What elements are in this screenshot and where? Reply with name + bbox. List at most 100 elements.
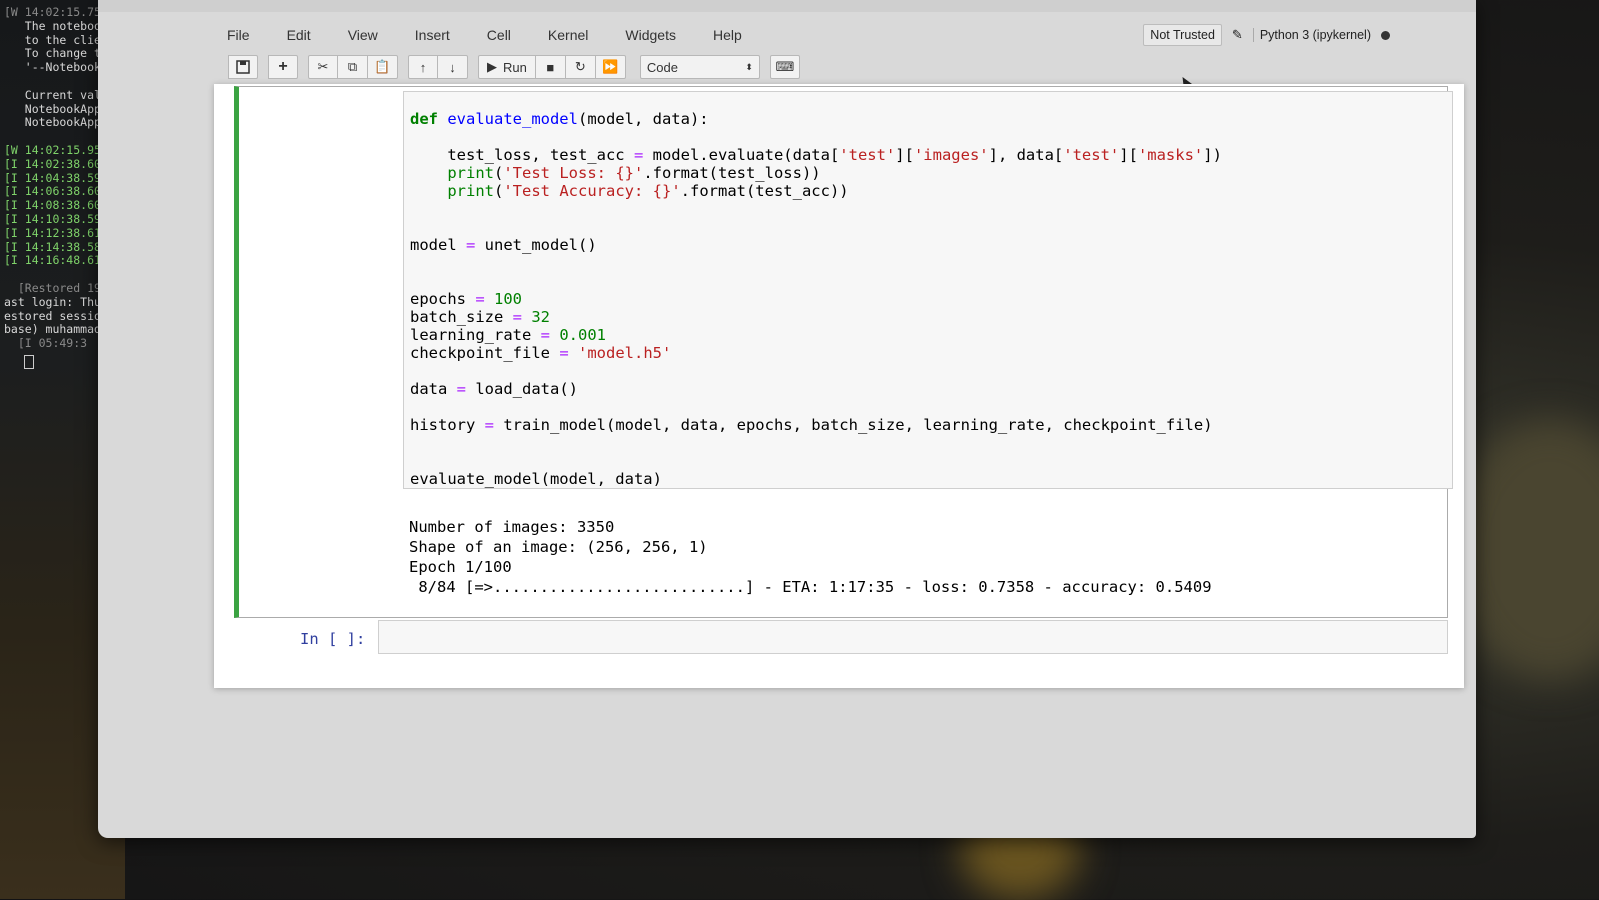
menu-help[interactable]: Help (709, 25, 746, 45)
menu-edit[interactable]: Edit (283, 25, 315, 45)
code-line: history = train_model(model, data, epoch… (410, 416, 1222, 434)
add-cell-icon[interactable]: + (268, 55, 298, 79)
run-button[interactable]: ▶ Run (478, 55, 536, 79)
fast-forward-icon[interactable]: ⏩ (595, 55, 626, 79)
code-token: ], data[ (988, 146, 1064, 164)
output-line: Number of images: 3350 (409, 518, 615, 536)
code-token: evaluate_model (447, 110, 578, 128)
code-token: data (410, 380, 457, 398)
kernel-name[interactable]: Python 3 (ipykernel) (1252, 28, 1371, 42)
cut-icon[interactable]: ✂ (308, 55, 338, 79)
code-token: ]) (1203, 146, 1222, 164)
code-line: def evaluate_model(model, data): (410, 110, 1222, 128)
copy-icon[interactable]: ⧉ (338, 55, 368, 79)
menu-insert[interactable]: Insert (411, 25, 454, 45)
output-line: Shape of an image: (256, 256, 1) (409, 538, 708, 556)
code-token: = (559, 344, 569, 362)
code-token: 'test' (1063, 146, 1120, 164)
kernel-status-icon (1381, 30, 1390, 40)
keyboard-icon[interactable]: ⌨ (769, 55, 800, 79)
code-editor[interactable]: def evaluate_model(model, data): test_lo… (403, 91, 1453, 489)
stop-icon[interactable]: ■ (535, 55, 566, 79)
move-up-icon[interactable]: ↑ (408, 55, 438, 79)
training-progress: 8/84 [=>...........................] - E… (409, 578, 1212, 596)
code-token: = (456, 380, 467, 398)
terminal-cursor (24, 355, 34, 369)
code-token: learning_rate (410, 326, 541, 344)
code-token: (model, data): (577, 110, 709, 128)
menu-widgets[interactable]: Widgets (621, 25, 680, 45)
notebook-page: def evaluate_model(model, data): test_lo… (214, 84, 1464, 688)
code-line: batch_size = 32 (410, 308, 1222, 326)
code-line: model = unet_model() (410, 236, 1222, 254)
code-token: .format(test_loss)) (643, 164, 821, 182)
code-token: history (410, 416, 485, 434)
move-down-icon[interactable]: ↓ (438, 55, 468, 79)
code-token: model.evaluate(data[ (643, 146, 840, 164)
paste-icon[interactable]: 📋 (368, 55, 398, 79)
save-icon[interactable] (228, 55, 258, 79)
edit-pencil-icon[interactable]: ✎ (1232, 27, 1243, 43)
code-token: evaluate_model(model, data) (410, 470, 662, 488)
code-token: = (540, 326, 550, 344)
code-token: unet_model() (475, 236, 597, 254)
toolbar: + ✂ ⧉ 📋 ↑ ↓ ▶ Run ■ ↻ ⏩ Code ⬍ ⌨ (228, 54, 800, 80)
code-token: test_loss, test_acc (410, 146, 634, 164)
empty-code-cell[interactable] (378, 620, 1448, 654)
cell-output: Number of images: 3350 Shape of an image… (409, 517, 1212, 597)
code-token: batch_size (410, 308, 513, 326)
menu-kernel[interactable]: Kernel (544, 25, 592, 45)
cell-type-value: Code (646, 59, 678, 75)
code-content: def evaluate_model(model, data): test_lo… (410, 110, 1222, 488)
code-token: = (475, 290, 485, 308)
restart-icon[interactable]: ↻ (565, 55, 596, 79)
menu-file[interactable]: File (223, 25, 254, 45)
menu-view[interactable]: View (344, 25, 382, 45)
code-token: ][ (1119, 146, 1138, 164)
code-token: ( (494, 182, 504, 200)
code-line: data = load_data() (410, 380, 1222, 398)
code-token: epochs (410, 290, 476, 308)
code-line: evaluate_model(model, data) (410, 470, 1222, 488)
code-token: 'masks' (1137, 146, 1204, 164)
title-strip (98, 0, 1476, 12)
code-line: epochs = 100 (410, 290, 1222, 308)
code-line: print('Test Accuracy: {}'.format(test_ac… (410, 182, 1222, 200)
select-arrows-icon: ⬍ (745, 61, 753, 72)
play-icon: ▶ (487, 59, 497, 74)
code-cell-selected[interactable]: def evaluate_model(model, data): test_lo… (234, 86, 1453, 618)
code-token: 100 (494, 290, 523, 308)
code-token: train_model(model, data, epochs, batch_s… (494, 416, 1213, 434)
code-token: print (447, 164, 494, 182)
code-line: test_loss, test_acc = model.evaluate(dat… (410, 146, 1222, 164)
code-token: model (410, 236, 466, 254)
output-line: Epoch 1/100 (409, 558, 512, 576)
code-token: 32 (531, 308, 551, 326)
notebook-status: Not Trusted ✎ Python 3 (ipykernel) (1143, 24, 1390, 46)
code-token: print (447, 182, 494, 200)
code-line: print('Test Loss: {}'.format(test_loss)) (410, 164, 1222, 182)
code-token: load_data() (466, 380, 578, 398)
code-token: 'Test Accuracy: {}' (503, 182, 681, 200)
code-token: 'model.h5' (578, 344, 672, 362)
code-token: ( (494, 164, 504, 182)
run-label: Run (503, 59, 527, 75)
not-trusted-button[interactable]: Not Trusted (1143, 24, 1222, 46)
menu-cell[interactable]: Cell (483, 25, 515, 45)
code-token: .format(test_acc)) (680, 182, 849, 200)
code-token: = (512, 308, 522, 326)
cell-type-select[interactable]: Code ⬍ (639, 55, 760, 79)
code-token: = (484, 416, 494, 434)
